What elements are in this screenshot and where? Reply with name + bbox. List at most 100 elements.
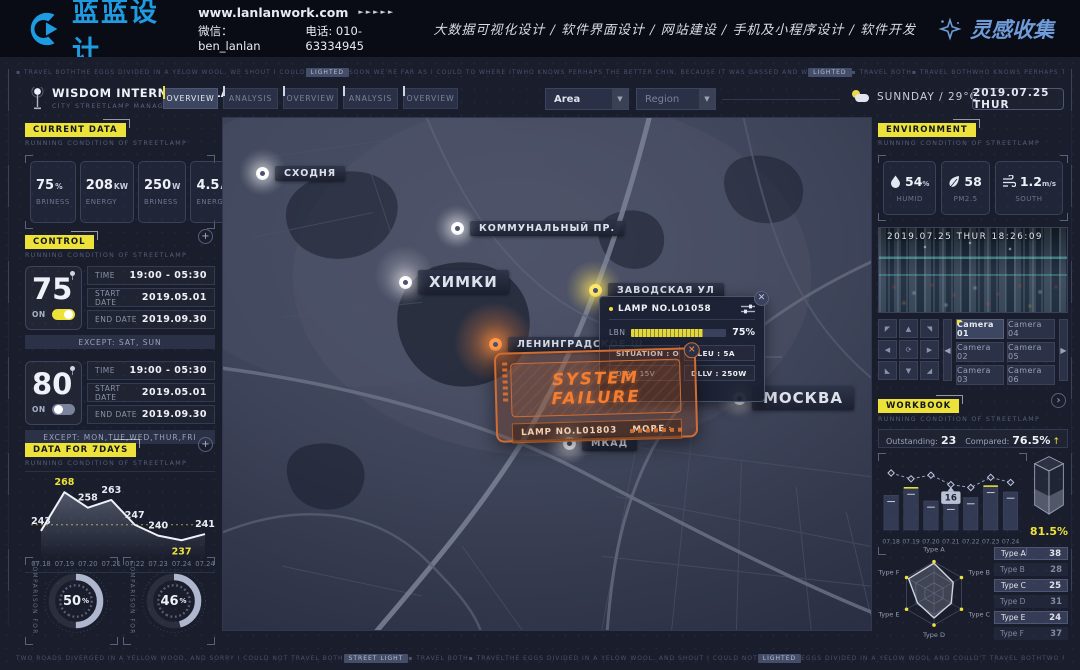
decor-text: LIGHTED	[758, 654, 801, 663]
dashboard-header: WISDOM INTERNET OF LAMP CITY STREETLAMP …	[0, 86, 1080, 113]
power-toggle[interactable]	[52, 309, 75, 320]
map-place-label: СХОДНЯ	[275, 166, 345, 181]
system-failure-alert: ✕ SYSTEM FAILURE LAMP NO.L01803 MORE›	[494, 347, 698, 443]
arrow-up-button[interactable]: ▲	[899, 319, 918, 338]
caret-down-icon[interactable]: ▼	[699, 89, 715, 109]
chevron-right-icon[interactable]: ›	[1051, 393, 1066, 408]
decor-text: ▪ TRAVEL BOTH	[16, 69, 76, 76]
decor-text: LIGHTED	[808, 68, 851, 77]
website-link[interactable]: www.lanlanwork.com	[198, 5, 348, 20]
except-days-bar: EXCEPT: SAT, SUN	[25, 335, 215, 349]
arrows-decor: ►►►►►	[358, 8, 395, 16]
panel-badge: CONTROL	[25, 235, 94, 249]
comparison-gauges: COMPARISON FOR 50% COMPARISON FOR 46%	[25, 557, 215, 645]
more-button[interactable]: MORE›	[632, 424, 673, 435]
type-row-type-f[interactable]: Type F37	[994, 627, 1068, 640]
decor-text: LIGHTED	[306, 68, 349, 77]
arrow-down-button[interactable]: ▼	[899, 361, 918, 380]
panel-badge: CURRENT DATA	[25, 123, 126, 137]
camera-controls: ◤▲◥◀⟳▶◣▼◢ ◀ Camera 01Camera 02Camera 03C…	[878, 319, 1068, 381]
top-banner: 蓝蓝设计 www.lanlanwork.com ►►►►► 微信：ben_lan…	[0, 0, 1080, 57]
environment-panel: ENVIRONMENT RUNNING CONDITION OF STREETL…	[878, 117, 1068, 221]
schedule-end-row[interactable]: END DATE2019.09.30	[87, 310, 215, 329]
arrow-up-left-button[interactable]: ◤	[878, 319, 897, 338]
current-data-panel: CURRENT DATA RUNNING CONDITION OF STREET…	[25, 117, 215, 229]
type-row-type-b[interactable]: Type B28	[994, 563, 1068, 576]
schedule-start-row[interactable]: START DATE2019.05.01	[87, 288, 215, 307]
workbook-bar-chart: 1607.1807.1907.2007.2107.2207.2307.24	[878, 453, 1027, 555]
tab-overview-3[interactable]: OVERVIEW	[403, 88, 458, 109]
camera-select-1[interactable]: Camera 01	[956, 319, 1004, 339]
arrow-left-button[interactable]: ◀	[878, 340, 897, 359]
svg-text:243: 243	[31, 516, 51, 527]
region-select[interactable]: Region ▼	[636, 88, 716, 110]
lamp-pin-icon[interactable]	[451, 222, 464, 235]
type-row-type-a[interactable]: Type A38	[994, 547, 1068, 560]
caret-down-icon[interactable]: ▼	[612, 89, 628, 109]
plus-icon[interactable]: +	[198, 229, 213, 244]
lamp-pin-icon[interactable]	[589, 284, 602, 297]
arrow-down-left-button[interactable]: ◣	[878, 361, 897, 380]
header-divider	[722, 99, 840, 100]
stat-briness-w: 250W BRINESS	[138, 161, 186, 223]
gauge-value: 50%	[39, 564, 113, 638]
schedule-start-row[interactable]: START DATE2019.05.01	[87, 383, 215, 402]
wind-card: 1.2m/s SOUTH	[995, 161, 1063, 215]
camera-feed[interactable]: 2019.07.25 THUR 18:26:09	[878, 227, 1068, 313]
type-row-type-c[interactable]: Type C25	[994, 579, 1068, 592]
map-place-label: МОСКВА	[752, 386, 854, 410]
type-row-type-e[interactable]: Type E24	[994, 611, 1068, 624]
svg-text:247: 247	[125, 510, 145, 521]
sliders-icon[interactable]	[741, 304, 755, 314]
map-place-white-pin[interactable]: КОММУНАЛЬНЫЙ ПР.	[451, 221, 624, 236]
decor-text: ▪ TRAVEL	[469, 655, 506, 662]
camera-select-6[interactable]: Camera 06	[1007, 365, 1055, 385]
camera-select-2[interactable]: Camera 02	[956, 342, 1004, 362]
schedule-time-row[interactable]: TIME19:00 - 05:30	[87, 361, 215, 380]
brightness-bar[interactable]	[631, 329, 726, 337]
brightness-percent: 75%	[732, 327, 755, 338]
schedule-time-row[interactable]: TIME19:00 - 05:30	[87, 266, 215, 285]
prev-cameras-button[interactable]: ◀	[943, 319, 952, 381]
lamp-pin-icon[interactable]	[399, 276, 412, 289]
inspiration-collect[interactable]: 灵感收集	[938, 14, 1054, 44]
tab-analysis-2[interactable]: ANALYSIS	[343, 88, 398, 109]
tab-analysis-1[interactable]: ANALYSIS	[223, 88, 278, 109]
decor-text: ▪ TRAVEL BOTH	[852, 69, 912, 76]
camera-select-5[interactable]: Camera 05	[1007, 342, 1055, 362]
arrow-down-right-button[interactable]: ◢	[920, 361, 939, 380]
lamp-icon	[70, 366, 75, 371]
brightness-setpoint[interactable]: 75 ON	[25, 266, 82, 330]
comparison-gauge-2: COMPARISON FOR 46%	[123, 557, 216, 645]
camera-dpad: ◤▲◥ ◀⟳▶ ◣▼◢	[878, 319, 939, 381]
control-group-1: 75 ON TIME19:00 - 05:30 START DATE2019.0…	[25, 266, 215, 330]
close-icon[interactable]: ✕	[754, 291, 769, 306]
tab-overview-1[interactable]: OVERVIEW	[163, 88, 218, 109]
svg-text:268: 268	[55, 477, 75, 488]
arrow-up-right-button[interactable]: ◥	[920, 319, 939, 338]
brightness-value: 80	[32, 366, 75, 402]
next-cameras-button[interactable]: ▶	[1059, 319, 1068, 381]
tab-overview-2[interactable]: OVERVIEW	[283, 88, 338, 109]
arrow-right-button[interactable]: ▶	[920, 340, 939, 359]
camera-select-4[interactable]: Camera 04	[1007, 319, 1055, 339]
city-map[interactable]: СХОДНЯКОММУНАЛЬНЫЙ ПР.ХИМКИЗАВОДСКАЯ УЛЛ…	[222, 117, 872, 631]
rotate-button[interactable]: ⟳	[899, 340, 918, 359]
control-group-2: 80 ON TIME19:00 - 05:30 START DATE2019.0…	[25, 361, 215, 425]
plus-icon[interactable]: +	[198, 437, 213, 452]
camera-timestamp: 2019.07.25 THUR 18:26:09	[887, 232, 1043, 242]
area-select[interactable]: Area ▼	[545, 88, 629, 110]
svg-text:Type D: Type D	[922, 631, 945, 639]
brightness-setpoint[interactable]: 80 ON	[25, 361, 82, 425]
type-row-type-d[interactable]: Type D31	[994, 595, 1068, 608]
schedule-end-row[interactable]: END DATE2019.09.30	[87, 405, 215, 424]
decor-text: STREET LIGHT	[344, 654, 409, 663]
map-place-white-pin[interactable]: СХОДНЯ	[256, 166, 345, 181]
lamp-pin-icon[interactable]	[256, 167, 269, 180]
power-toggle[interactable]	[52, 404, 75, 415]
map-place-white-pin[interactable]: ХИМКИ	[399, 270, 509, 294]
lamp-pin-icon[interactable]	[489, 338, 502, 351]
svg-text:Type E: Type E	[878, 611, 899, 619]
capacity-cube: 81.5%	[1030, 453, 1068, 555]
camera-select-3[interactable]: Camera 03	[956, 365, 1004, 385]
